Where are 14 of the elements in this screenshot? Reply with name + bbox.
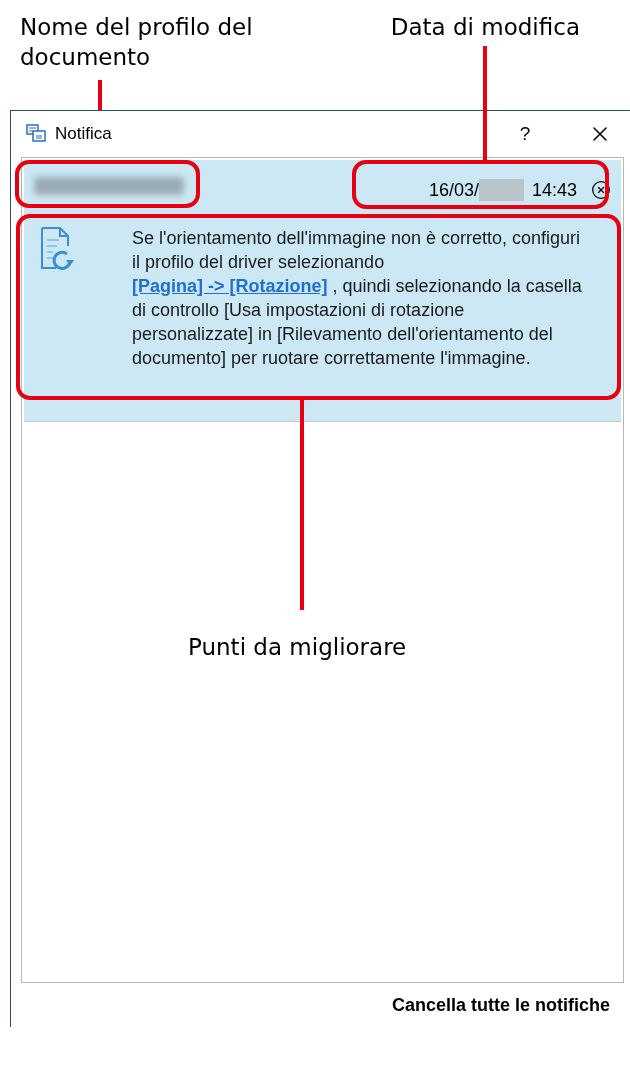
window-title: Notifica [55,123,113,146]
document-rotate-icon [40,226,76,272]
help-button[interactable]: ? [510,119,540,149]
time-text: 14:43 [531,178,577,202]
notification-message: Se l'orientamento dell'immagine non è corretto, configuri il profilo del driver selezionando [Pagina] -> [Rotazione] , quindi selezionando la casella di controllo [Usa impostazioni di rotazione personalizzate] in [Rilevamento dell'orientamento del documento] per ruotare correttamente l'immagine. [132,227,583,370]
dismiss-icon[interactable] [591,180,611,200]
clear-all-link[interactable]: Cancella tutte le notifiche [391,991,610,1019]
callout-label: Punti da migliorare [188,633,407,662]
settings-link[interactable]: [Pagina] -> [Rotazione] [132,276,328,296]
callout-label: Data di modifica [390,13,580,42]
date-text: 16/03/ [428,178,479,202]
callout-label: Nome del profilo del documento [20,13,254,72]
app-icon [25,123,47,145]
redacted-year [478,179,524,201]
